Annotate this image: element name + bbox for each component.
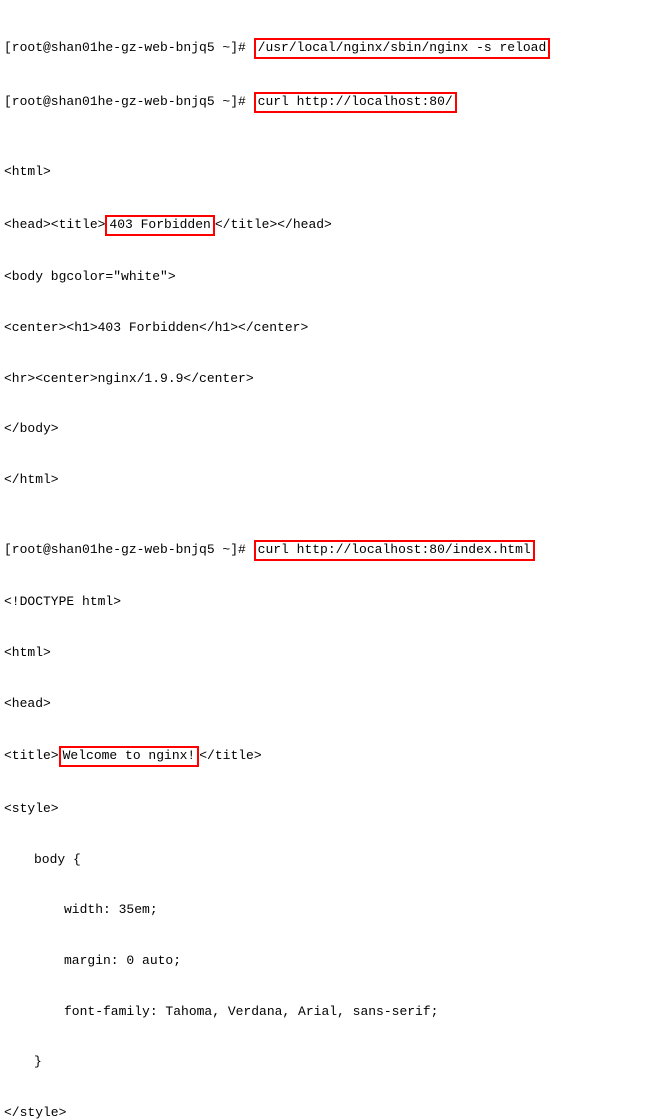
command-line: [root@shan01he-gz-web-bnjq5 ~]# /usr/loc…: [4, 38, 650, 59]
output-line: <head>: [4, 696, 650, 713]
output-line: </style>: [4, 1105, 650, 1120]
output-line: }: [4, 1054, 650, 1071]
output-line: <center><h1>403 Forbidden</h1></center>: [4, 320, 650, 337]
output-line: </body>: [4, 421, 650, 438]
terminal-output: [root@shan01he-gz-web-bnjq5 ~]# /usr/loc…: [4, 4, 650, 1120]
output-line: <head><title>403 Forbidden</title></head…: [4, 215, 650, 236]
command-reload: /usr/local/nginx/sbin/nginx -s reload: [254, 38, 551, 59]
output-line: <body bgcolor="white">: [4, 269, 650, 286]
command-curl-root: curl http://localhost:80/: [254, 92, 457, 113]
output-line: </html>: [4, 472, 650, 489]
output-line: body {: [4, 852, 650, 869]
shell-prompt: [root@shan01he-gz-web-bnjq5 ~]#: [4, 40, 254, 55]
output-line: <title>Welcome to nginx!</title>: [4, 746, 650, 767]
output-line: <hr><center>nginx/1.9.9</center>: [4, 371, 650, 388]
shell-prompt: [root@shan01he-gz-web-bnjq5 ~]#: [4, 542, 254, 557]
welcome-title: Welcome to nginx!: [59, 746, 200, 767]
output-line: <html>: [4, 645, 650, 662]
output-line: width: 35em;: [4, 902, 650, 919]
output-line: <!DOCTYPE html>: [4, 594, 650, 611]
shell-prompt: [root@shan01he-gz-web-bnjq5 ~]#: [4, 94, 254, 109]
forbidden-title: 403 Forbidden: [105, 215, 214, 236]
output-line: margin: 0 auto;: [4, 953, 650, 970]
command-line: [root@shan01he-gz-web-bnjq5 ~]# curl htt…: [4, 92, 650, 113]
output-line: <style>: [4, 801, 650, 818]
command-curl-index: curl http://localhost:80/index.html: [254, 540, 535, 561]
command-line: [root@shan01he-gz-web-bnjq5 ~]# curl htt…: [4, 540, 650, 561]
output-line: font-family: Tahoma, Verdana, Arial, san…: [4, 1004, 650, 1021]
output-line: <html>: [4, 164, 650, 181]
